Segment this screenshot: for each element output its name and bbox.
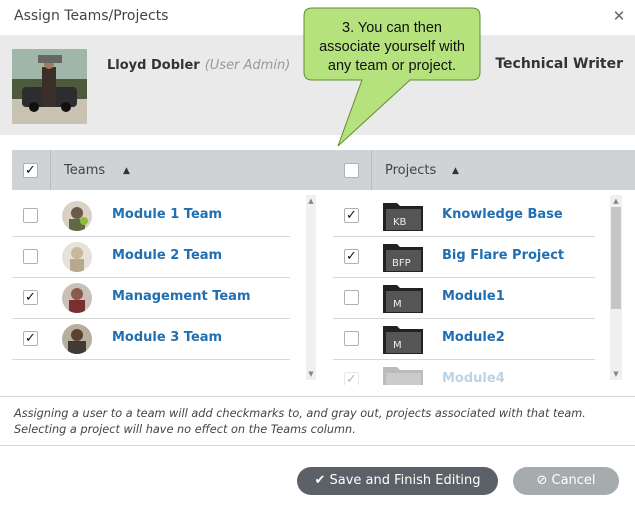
team-row[interactable]: ✓ Module 3 Team <box>12 319 290 360</box>
scroll-up-icon[interactable]: ▲ <box>610 197 622 205</box>
team-avatar <box>62 324 92 354</box>
callout-line: associate yourself with <box>319 39 465 55</box>
project-row[interactable]: M Module2 <box>333 319 595 360</box>
team-row[interactable]: Module 2 Team <box>12 237 290 278</box>
scroll-up-icon[interactable]: ▲ <box>306 197 316 205</box>
projects-list: ✓ KB Knowledge Base ✓ BFP Big Flare Proj… <box>333 195 610 385</box>
team-row[interactable]: ✓ Management Team <box>12 278 290 319</box>
project-name-link[interactable]: Knowledge Base <box>442 207 563 222</box>
cancel-button-label: Cancel <box>551 473 596 488</box>
teams-column-header: ✓ Teams ▲ <box>12 150 333 190</box>
help-note-line: Assigning a user to a team will add chec… <box>14 407 586 420</box>
user-avatar <box>12 49 87 124</box>
close-icon[interactable]: ✕ <box>612 9 626 24</box>
folder-icon: M <box>383 326 423 354</box>
projects-header-label[interactable]: Projects <box>385 163 436 178</box>
scrollbar-thumb[interactable] <box>611 207 621 309</box>
team-row[interactable]: Module 1 Team <box>12 196 290 237</box>
folder-abbr: KB <box>393 217 407 228</box>
project-row[interactable]: M Module1 <box>333 278 595 319</box>
team-checkbox[interactable] <box>23 208 38 223</box>
divider <box>0 396 635 397</box>
header-separator <box>371 150 372 190</box>
project-checkbox[interactable]: ✓ <box>344 372 359 385</box>
projects-scrollbar[interactable]: ▲ ▼ <box>610 195 622 380</box>
project-row[interactable]: ✓ Module4 <box>333 360 595 385</box>
save-button-label: Save and Finish Editing <box>329 473 481 488</box>
team-checkbox[interactable]: ✓ <box>23 331 38 346</box>
team-checkbox[interactable]: ✓ <box>23 290 38 305</box>
user-name: Lloyd Dobler (User Admin) <box>107 58 290 73</box>
folder-icon: BFP <box>383 244 423 272</box>
team-name-link[interactable]: Management Team <box>112 289 251 304</box>
checkmark-icon: ✔ <box>314 473 326 488</box>
team-avatar <box>62 283 92 313</box>
cancel-circle-icon: ⊘ <box>536 473 548 488</box>
project-checkbox[interactable] <box>344 290 359 305</box>
team-name-link[interactable]: Module 1 Team <box>112 207 222 222</box>
project-row[interactable]: ✓ BFP Big Flare Project <box>333 237 595 278</box>
cancel-button[interactable]: ⊘ Cancel <box>513 467 619 495</box>
team-avatar <box>62 201 92 231</box>
callout-text: 3. You can then associate yourself with … <box>306 19 478 76</box>
callout-line: any team or project. <box>327 58 457 74</box>
save-button[interactable]: ✔ Save and Finish Editing <box>297 467 498 495</box>
divider <box>0 445 635 446</box>
project-checkbox[interactable]: ✓ <box>344 249 359 264</box>
project-checkbox[interactable] <box>344 331 359 346</box>
team-name-link[interactable]: Module 2 Team <box>112 248 222 263</box>
teams-header-label[interactable]: Teams <box>64 163 105 178</box>
folder-abbr: M <box>393 340 402 351</box>
teams-select-all-checkbox[interactable]: ✓ <box>23 163 38 178</box>
user-name-text: Lloyd Dobler <box>107 58 200 73</box>
project-row[interactable]: ✓ KB Knowledge Base <box>333 196 595 237</box>
user-role: (User Admin) <box>204 58 291 73</box>
project-name-link[interactable]: Module1 <box>442 289 505 304</box>
assign-teams-dialog: Assign Teams/Projects ✕ Lloyd Dobler (Use… <box>0 0 635 509</box>
sort-ascending-icon[interactable]: ▲ <box>123 166 130 176</box>
projects-select-all-checkbox[interactable] <box>344 163 359 178</box>
folder-abbr: BFP <box>392 258 411 269</box>
project-name-link[interactable]: Big Flare Project <box>442 248 564 263</box>
header-separator <box>50 150 51 190</box>
projects-column-header: Projects ▲ <box>333 150 635 190</box>
folder-icon: M <box>383 285 423 313</box>
callout-line: 3. You can then <box>342 20 442 36</box>
folder-icon: KB <box>383 203 423 231</box>
team-avatar <box>62 242 92 272</box>
user-job-title: Technical Writer <box>495 56 623 72</box>
teams-scrollbar[interactable]: ▲ ▼ <box>306 195 316 380</box>
scroll-down-icon[interactable]: ▼ <box>610 370 622 378</box>
project-name-link[interactable]: Module2 <box>442 330 505 345</box>
folder-icon <box>383 367 423 385</box>
sort-ascending-icon[interactable]: ▲ <box>452 166 459 176</box>
team-checkbox[interactable] <box>23 249 38 264</box>
help-note-line: Selecting a project will have no effect … <box>14 423 356 436</box>
team-name-link[interactable]: Module 3 Team <box>112 330 222 345</box>
project-name-link[interactable]: Module4 <box>442 371 505 385</box>
scroll-down-icon[interactable]: ▼ <box>306 370 316 378</box>
help-note: Assigning a user to a team will add chec… <box>14 406 624 438</box>
project-checkbox[interactable]: ✓ <box>344 208 359 223</box>
folder-abbr: M <box>393 299 402 310</box>
dialog-title: Assign Teams/Projects <box>14 8 169 24</box>
